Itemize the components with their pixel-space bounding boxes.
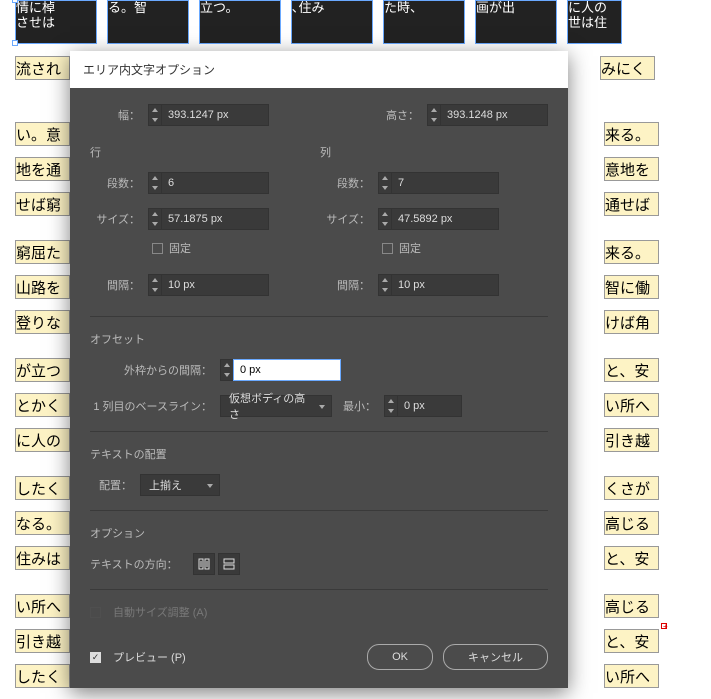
bg-cell: る。智 xyxy=(107,0,189,44)
width-spinner[interactable] xyxy=(148,104,269,126)
row-count-label: 段数： xyxy=(90,175,148,191)
row-fixed-label: 固定 xyxy=(169,240,191,256)
width-label: 幅： xyxy=(90,107,148,123)
height-label: 高さ： xyxy=(369,107,427,123)
align-select[interactable]: 上揃え xyxy=(140,474,220,496)
height-input[interactable] xyxy=(440,104,548,126)
width-input[interactable] xyxy=(161,104,269,126)
area-type-options-dialog: エリア内文字オプション 幅： 高さ： 行 段数： xyxy=(70,51,568,688)
height-spinner[interactable] xyxy=(427,104,548,126)
align-label: 配置： xyxy=(90,477,140,493)
autosize-label: 自動サイズ調整 (A) xyxy=(113,604,207,620)
textalign-section-title: テキストの配置 xyxy=(90,446,548,462)
bg-left-column: い。意 地を通 せば窮 窮屈た 山路を 登りな が立つ とかく に人の したく … xyxy=(15,122,70,699)
bg-cell: た時、 xyxy=(383,0,465,44)
inset-input[interactable] xyxy=(233,359,341,381)
min-input[interactable] xyxy=(397,395,462,417)
min-label: 最小： xyxy=(332,398,384,414)
cols-section-title: 列 xyxy=(320,144,548,160)
row-gutter-spinner[interactable] xyxy=(148,274,269,296)
col-size-input[interactable] xyxy=(391,208,499,230)
row-count-input[interactable] xyxy=(161,172,269,194)
textflow-label: テキストの方向： xyxy=(90,556,190,572)
bg-cell: みにく xyxy=(600,56,655,80)
col-fixed-checkbox[interactable] xyxy=(382,243,393,254)
textflow-option-1[interactable] xyxy=(193,553,215,575)
col-gutter-spinner[interactable] xyxy=(378,274,499,296)
row-size-spinner[interactable] xyxy=(148,208,269,230)
row-gutter-label: 間隔： xyxy=(90,277,148,293)
col-count-label: 段数： xyxy=(320,175,378,191)
row-size-input[interactable] xyxy=(161,208,269,230)
col-count-input[interactable] xyxy=(391,172,499,194)
ok-button[interactable]: OK xyxy=(367,644,433,670)
preview-checkbox[interactable] xyxy=(90,652,101,663)
dialog-title: エリア内文字オプション xyxy=(70,51,568,88)
offset-section-title: オフセット xyxy=(90,331,548,347)
row-fixed-checkbox[interactable] xyxy=(152,243,163,254)
preview-label: プレビュー (P) xyxy=(113,649,186,665)
col-size-label: サイズ： xyxy=(320,211,378,227)
bg-right-column: 来る。 意地を 通せば 来る。 智に働 けば角 と、安 い所へ 引き越 くさが … xyxy=(604,122,659,699)
inset-label: 外枠からの間隔： xyxy=(90,362,220,378)
row-count-spinner[interactable] xyxy=(148,172,269,194)
col-gutter-input[interactable] xyxy=(391,274,499,296)
bg-cell: 情に棹させは xyxy=(15,0,97,44)
bg-cell: ､住み xyxy=(291,0,373,44)
baseline-label: 1 列目のベースライン： xyxy=(90,398,220,414)
col-count-spinner[interactable] xyxy=(378,172,499,194)
options-section-title: オプション xyxy=(90,525,548,541)
min-spinner[interactable] xyxy=(384,395,462,417)
col-gutter-label: 間隔： xyxy=(320,277,378,293)
baseline-select[interactable]: 仮想ボディの高さ xyxy=(220,395,332,417)
bg-cell: 立つ。 xyxy=(199,0,281,44)
bg-cell: に人の世は住 xyxy=(567,0,622,44)
bg-cell: 画が出 xyxy=(475,0,557,44)
overflow-indicator xyxy=(661,623,667,629)
rows-section-title: 行 xyxy=(90,144,320,160)
autosize-checkbox xyxy=(90,607,101,618)
bg-cell: 流され xyxy=(15,56,70,80)
inset-spinner[interactable] xyxy=(220,359,341,381)
row-gutter-input[interactable] xyxy=(161,274,269,296)
textflow-option-2[interactable] xyxy=(218,553,240,575)
cancel-button[interactable]: キャンセル xyxy=(443,644,548,670)
col-size-spinner[interactable] xyxy=(378,208,499,230)
col-fixed-label: 固定 xyxy=(399,240,421,256)
row-size-label: サイズ： xyxy=(90,211,148,227)
